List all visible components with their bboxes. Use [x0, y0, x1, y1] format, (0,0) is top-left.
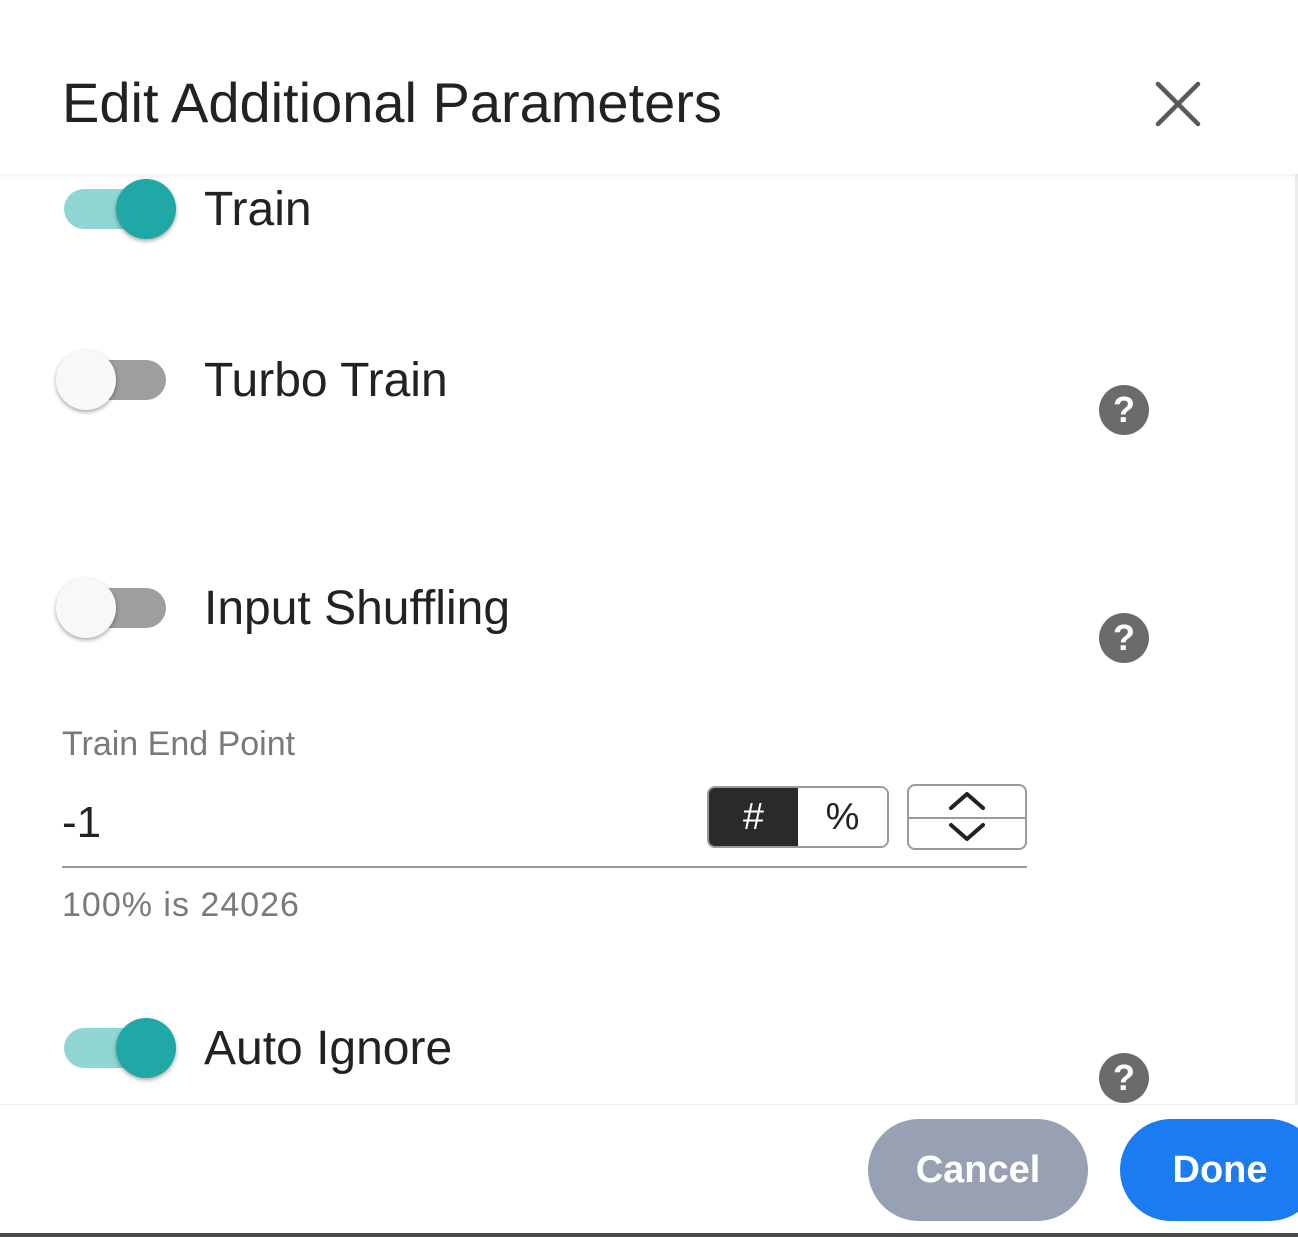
input-shuffling-toggle[interactable] [56, 577, 176, 641]
window-bottom-edge [0, 1233, 1298, 1237]
close-icon[interactable] [1150, 76, 1206, 132]
help-icon[interactable]: ? [1099, 385, 1149, 435]
cancel-button[interactable]: Cancel [868, 1119, 1088, 1221]
unit-toggle-group: # % [707, 786, 889, 848]
toggle-knob [56, 350, 116, 410]
toggle-knob [116, 1018, 176, 1078]
toggle-row-turbo-train: Turbo Train [56, 349, 1166, 429]
train-end-point-hint: 100% is 24026 [62, 886, 300, 924]
chevron-up-icon [949, 792, 985, 810]
auto-ignore-label: Auto Ignore [204, 1022, 453, 1075]
unit-count-button[interactable]: # [709, 788, 798, 846]
toggle-knob [56, 578, 116, 638]
dialog-title: Edit Additional Parameters [62, 71, 722, 134]
toggle-row-train: Train [56, 178, 1166, 242]
dialog-content[interactable]: Train Turbo Train ? Input Shuffling ? Tr… [0, 174, 1298, 1104]
turbo-train-label: Turbo Train [204, 354, 448, 407]
toggle-row-auto-ignore: Auto Ignore [56, 1017, 1166, 1097]
train-toggle[interactable] [56, 178, 176, 242]
train-end-point-label: Train End Point [62, 725, 296, 763]
dialog-header: Edit Additional Parameters [0, 0, 1298, 174]
chevron-down-icon [949, 823, 985, 841]
value-stepper [907, 784, 1027, 850]
train-label: Train [204, 183, 312, 236]
input-shuffling-label: Input Shuffling [204, 582, 511, 635]
auto-ignore-toggle[interactable] [56, 1017, 176, 1081]
toggle-knob [116, 179, 176, 239]
unit-percent-button[interactable]: % [798, 788, 887, 846]
train-end-point-field: # % [62, 784, 1027, 868]
toggle-row-input-shuffling: Input Shuffling [56, 577, 1166, 657]
train-end-point-input[interactable] [62, 790, 682, 856]
increment-button[interactable] [909, 786, 1025, 817]
dialog-footer: Cancel Done [0, 1104, 1298, 1237]
turbo-train-toggle[interactable] [56, 349, 176, 413]
help-icon[interactable]: ? [1099, 1053, 1149, 1103]
done-button[interactable]: Done [1120, 1119, 1298, 1221]
help-icon[interactable]: ? [1099, 613, 1149, 663]
decrement-button[interactable] [909, 819, 1025, 848]
